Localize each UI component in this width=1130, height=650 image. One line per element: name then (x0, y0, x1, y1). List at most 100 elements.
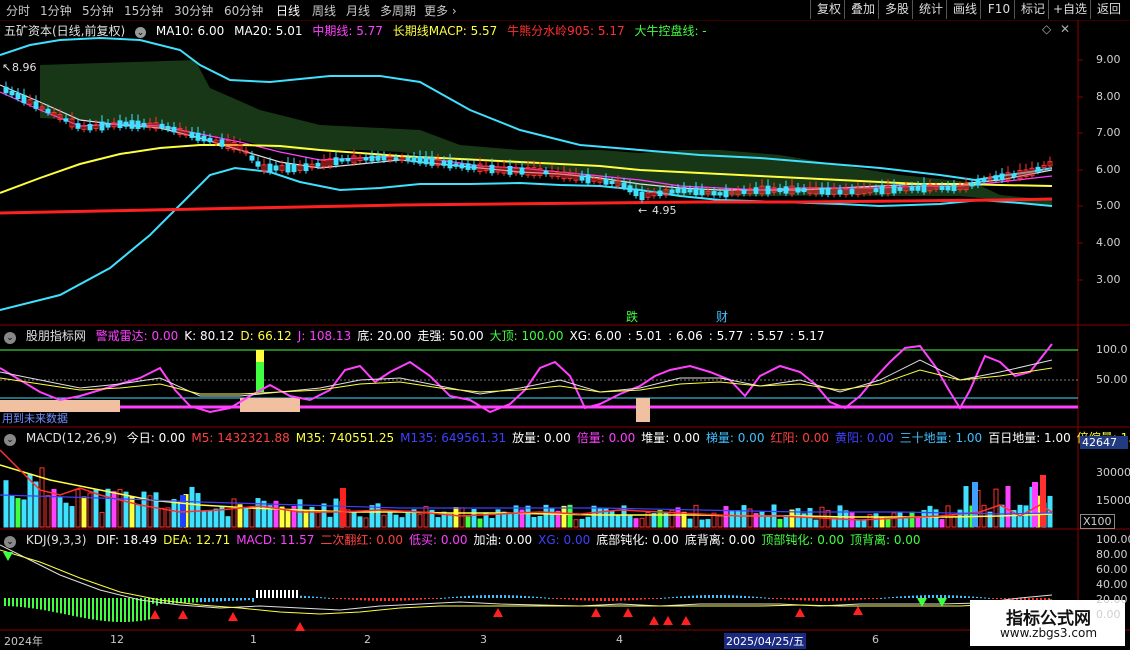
volume-bar (717, 515, 723, 528)
volume-bar (873, 513, 879, 528)
macd-bar (940, 595, 942, 598)
panel4-indicator-5: 加油: 0.00 (473, 533, 533, 547)
macd-bar (140, 598, 142, 621)
macd-bar (944, 595, 946, 598)
macd-bar (480, 595, 482, 598)
panel3-indicator-10: 三十地量: 1.00 (899, 431, 983, 445)
panel2-indicator-8: : 5.01 (627, 329, 663, 343)
volume-bar (105, 488, 111, 528)
close-icon[interactable]: ✕ (1060, 22, 1070, 36)
macd-bar (448, 597, 450, 599)
macd-bar (796, 598, 798, 601)
volume-bar (33, 481, 39, 528)
volume-bar (351, 511, 357, 528)
volume-bar (189, 486, 195, 528)
buy-triangle-marker (178, 610, 188, 619)
macd-bar (372, 598, 374, 601)
macd-bar (856, 598, 858, 600)
p2-peach-block-3 (636, 398, 650, 422)
watermark-url: www.zbgs3.com (999, 626, 1098, 640)
panel4-indicator-1: DEA: 12.71 (163, 533, 231, 547)
p3-y-unit: X100 (1080, 514, 1115, 529)
chevron-down-icon[interactable]: ⌄ (4, 434, 16, 446)
macd-bar (992, 598, 994, 599)
volume-bar (813, 519, 819, 528)
candle-body (375, 155, 381, 161)
volume-bar (69, 506, 75, 528)
macd-bar (520, 595, 522, 598)
panel3-indicator-3: M135: 649561.31 (400, 431, 507, 445)
volume-bar (51, 488, 57, 528)
buy-triangle-marker (853, 606, 863, 615)
candle-body (969, 182, 975, 187)
macd-bar (808, 598, 810, 601)
ma20-label: MA20: 5.01 (234, 24, 303, 38)
stock-chart-canvas[interactable]: 8.96 ↖ ← 4.95 跌 财 (0, 0, 1130, 650)
candle-body (801, 188, 807, 193)
macd-bar (220, 598, 222, 602)
macd-bar (688, 595, 690, 598)
macd-bar (508, 595, 510, 598)
volume-bar (423, 505, 429, 528)
volume-bar (789, 509, 795, 528)
buy-triangle-marker (623, 608, 633, 617)
macd-bar (436, 598, 438, 599)
macd-bar (172, 598, 174, 604)
volume-bar (333, 498, 339, 528)
chevron-down-icon[interactable]: ⌄ (4, 536, 16, 548)
candle-body (471, 164, 477, 170)
volume-bar (471, 509, 477, 528)
macd-bar (532, 596, 534, 598)
macd-bar (420, 598, 422, 600)
macd-bar (560, 598, 562, 599)
macd-bar (712, 595, 714, 598)
volume-bar (9, 495, 15, 528)
volume-bar (939, 519, 945, 528)
macd-bar (36, 598, 38, 609)
candle-body (195, 132, 201, 141)
macd-bar (680, 596, 682, 598)
volume-bar (897, 512, 903, 528)
macd-bar (320, 597, 322, 599)
volume-bar (153, 492, 159, 528)
volume-bar (465, 516, 471, 528)
macd-bar (440, 597, 442, 599)
macd-bar (564, 598, 566, 600)
macd-bar (832, 598, 834, 601)
macd-bar (812, 598, 814, 601)
macd-bar (772, 598, 774, 599)
macd-bar (640, 598, 642, 600)
macd-bar (928, 595, 930, 598)
p2-title: 股朋指标网 (25, 329, 86, 343)
macd-bar (792, 598, 794, 600)
macd-bar (920, 595, 922, 598)
chevron-down-icon[interactable]: ⌄ (135, 27, 147, 38)
panel2-indicator-1: K: 80.12 (184, 329, 235, 343)
macd-bar (880, 597, 882, 599)
volume-bar (549, 508, 555, 528)
macd-bar (408, 598, 410, 601)
buy-triangle-marker (681, 616, 691, 625)
x-label-12: 12 (110, 633, 124, 646)
p3-y-30000: 30000 (1096, 466, 1130, 479)
macd-bar (224, 598, 226, 602)
y-tick-4: 4.00 (1096, 236, 1121, 249)
macd-bar (948, 595, 950, 598)
x-label-2: 2 (364, 633, 371, 646)
volume-bar (141, 491, 147, 528)
macd-bar (964, 595, 966, 598)
candle-body (507, 165, 513, 175)
chevron-down-icon[interactable]: ⌄ (4, 332, 16, 344)
candle-body (363, 157, 369, 161)
macd-bar (604, 598, 606, 601)
candle-body (639, 191, 645, 201)
candle-body (159, 123, 165, 129)
macd-bar (500, 595, 502, 598)
diamond-icon[interactable]: ◇ (1042, 22, 1051, 36)
bull-bear-label: 牛熊分水岭905: 5.17 (507, 24, 625, 38)
long-line-label: 长期线MACP: 5.57 (392, 24, 498, 38)
panel2-indicator-5: 走强: 50.00 (417, 329, 484, 343)
volume-bar (783, 514, 789, 528)
volume-bar (723, 506, 729, 528)
macd-bar (392, 598, 394, 601)
